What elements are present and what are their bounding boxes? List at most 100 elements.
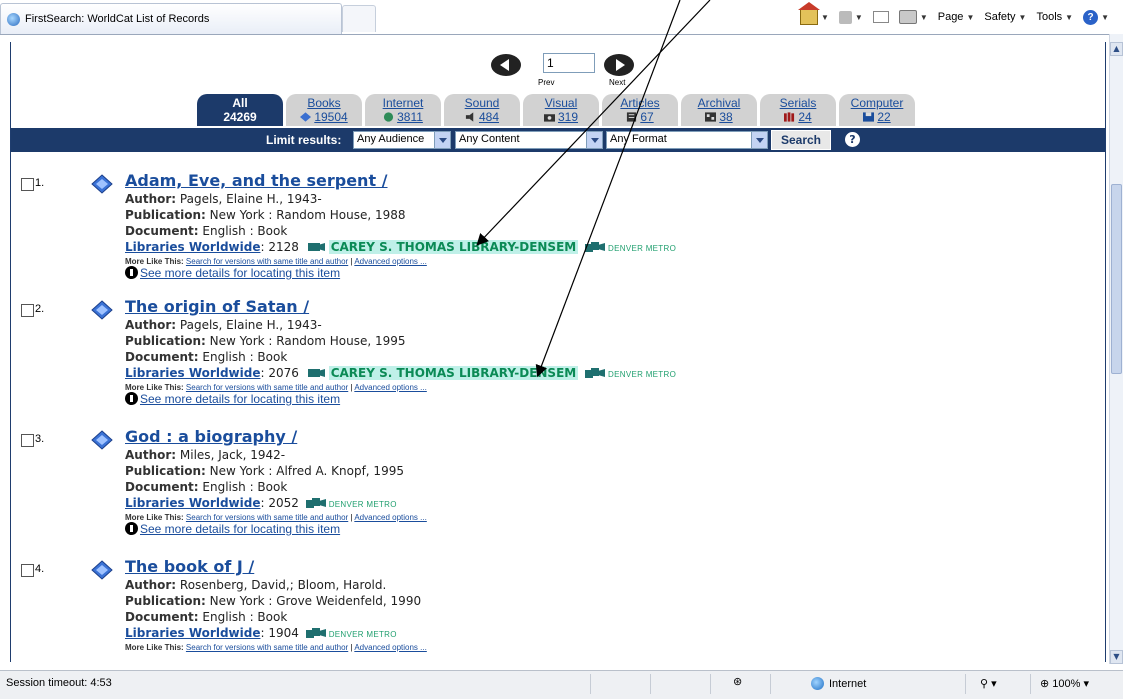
- zoom-control[interactable]: ⊕ 100% ▾: [1040, 677, 1089, 690]
- see-more-details-link[interactable]: See more details for locating this item: [140, 392, 340, 406]
- advanced-options-link[interactable]: Advanced options ...: [354, 513, 427, 522]
- library-icon: [307, 369, 325, 377]
- audience-select[interactable]: Any Audience: [353, 131, 451, 149]
- library-group-icon: [585, 368, 606, 378]
- limit-results-label: Limit results:: [266, 133, 342, 147]
- library-group-icon: [305, 628, 326, 638]
- denver-metro-holding[interactable]: DENVER METRO: [329, 500, 397, 509]
- safety-menu[interactable]: Safety ▼: [984, 11, 1026, 23]
- search-versions-link[interactable]: Search for versions with same title and …: [186, 383, 348, 392]
- book-icon: [91, 560, 113, 580]
- record-document: English : Book: [202, 610, 288, 624]
- advanced-options-link[interactable]: Advanced options ...: [354, 383, 427, 392]
- record-publication: New York : Grove Weidenfeld, 1990: [209, 594, 422, 608]
- ie-page-icon: [7, 13, 20, 26]
- carey-thomas-library-holding[interactable]: CAREY S. THOMAS LIBRARY-DENSEM: [328, 366, 579, 380]
- scroll-thumb[interactable]: [1111, 184, 1122, 374]
- help-icon: ?: [1083, 9, 1099, 25]
- tab-serials[interactable]: Serials 24: [760, 94, 836, 126]
- record-checkbox[interactable]: [21, 434, 34, 447]
- home-icon: [797, 2, 820, 25]
- content-select[interactable]: Any Content: [455, 131, 603, 149]
- privacy-icon[interactable]: ⊛: [733, 675, 742, 688]
- help-menu[interactable]: ? ▼: [1083, 9, 1109, 25]
- protected-mode-button[interactable]: ⚲ ▾: [980, 677, 997, 690]
- book-icon: [91, 430, 113, 450]
- internet-icon: [384, 112, 394, 122]
- print-button[interactable]: ▼: [898, 10, 928, 24]
- tab-archival[interactable]: Archival 38: [681, 94, 757, 126]
- info-icon: [125, 392, 138, 405]
- mail-button[interactable]: [872, 11, 889, 23]
- format-select[interactable]: Any Format: [606, 131, 768, 149]
- tab-articles[interactable]: Articles 67: [602, 94, 678, 126]
- record-number: 2.: [35, 303, 45, 315]
- record-author: Pagels, Elaine H., 1943-: [179, 192, 322, 206]
- computer-icon: [863, 112, 875, 122]
- book-icon: [300, 112, 312, 122]
- denver-metro-holding[interactable]: DENVER METRO: [329, 630, 397, 639]
- record-title-link[interactable]: The book of J /: [125, 557, 254, 576]
- search-versions-link[interactable]: Search for versions with same title and …: [186, 257, 348, 266]
- record-author: Rosenberg, David,; Bloom, Harold.: [179, 578, 387, 592]
- record-title-link[interactable]: The origin of Satan /: [125, 297, 309, 316]
- libraries-worldwide-link[interactable]: Libraries Worldwide: [125, 626, 260, 640]
- security-zone[interactable]: Internet: [811, 677, 866, 690]
- record-checkbox[interactable]: [21, 564, 34, 577]
- info-icon: [125, 266, 138, 279]
- chevron-down-icon: [586, 132, 602, 148]
- record-checkbox[interactable]: [21, 178, 34, 191]
- next-label: Next: [609, 78, 626, 87]
- page-menu[interactable]: Page ▼: [938, 11, 975, 23]
- library-icon: [307, 243, 325, 251]
- tab-visual[interactable]: Visual 319: [523, 94, 599, 126]
- browser-tab[interactable]: FirstSearch: WorldCat List of Records: [0, 3, 342, 34]
- tab-internet[interactable]: Internet 3811: [365, 94, 441, 126]
- record-author: Miles, Jack, 1942-: [179, 448, 286, 462]
- see-more-details-link[interactable]: See more details for locating this item: [140, 522, 340, 536]
- mail-icon: [872, 11, 889, 23]
- advanced-options-link[interactable]: Advanced options ...: [354, 257, 427, 266]
- scroll-down-icon[interactable]: ▼: [1110, 650, 1123, 664]
- sound-icon: [465, 112, 474, 122]
- advanced-options-link[interactable]: Advanced options ...: [354, 643, 427, 652]
- record-document: English : Book: [202, 350, 288, 364]
- globe-icon: [811, 677, 824, 690]
- search-button[interactable]: Search: [771, 130, 831, 150]
- search-versions-link[interactable]: Search for versions with same title and …: [186, 643, 348, 652]
- scroll-up-icon[interactable]: ▲: [1110, 42, 1123, 56]
- tab-all[interactable]: All 24269: [197, 94, 283, 126]
- see-more-details-link[interactable]: See more details for locating this item: [140, 266, 340, 280]
- vertical-scrollbar[interactable]: ▲ ▼: [1109, 34, 1123, 664]
- tab-computer[interactable]: Computer 22: [839, 94, 915, 126]
- tab-title: FirstSearch: WorldCat List of Records: [25, 13, 210, 25]
- denver-metro-holding[interactable]: DENVER METRO: [608, 244, 676, 253]
- record-document: English : Book: [202, 480, 288, 494]
- articles-icon: [627, 112, 637, 122]
- record-title-link[interactable]: Adam, Eve, and the serpent /: [125, 171, 388, 190]
- help-icon[interactable]: ?: [845, 132, 860, 147]
- pager: Prev Next: [491, 50, 671, 90]
- tab-sound[interactable]: Sound 484: [444, 94, 520, 126]
- libraries-worldwide-link[interactable]: Libraries Worldwide: [125, 240, 260, 254]
- page-number-input[interactable]: [543, 53, 595, 73]
- home-button[interactable]: ▼: [797, 2, 829, 25]
- tab-books[interactable]: Books 19504: [286, 94, 362, 126]
- tools-menu[interactable]: Tools ▼: [1036, 11, 1073, 23]
- record-checkbox[interactable]: [21, 304, 34, 317]
- feeds-button[interactable]: ▼: [838, 10, 863, 24]
- record-author: Pagels, Elaine H., 1943-: [179, 318, 322, 332]
- libraries-worldwide-link[interactable]: Libraries Worldwide: [125, 496, 260, 510]
- search-versions-link[interactable]: Search for versions with same title and …: [186, 513, 348, 522]
- chevron-down-icon: [434, 132, 450, 148]
- record-publication: New York : Random House, 1995: [209, 334, 406, 348]
- status-bar: Session timeout: 4:53 ⊛ Internet ⚲ ▾ ⊕ 1…: [0, 670, 1123, 699]
- libraries-worldwide-link[interactable]: Libraries Worldwide: [125, 366, 260, 380]
- carey-thomas-library-holding[interactable]: CAREY S. THOMAS LIBRARY-DENSEM: [328, 240, 579, 254]
- prev-button[interactable]: [491, 54, 521, 76]
- feed-icon: [838, 10, 852, 24]
- new-tab-button[interactable]: [342, 5, 376, 32]
- denver-metro-holding[interactable]: DENVER METRO: [608, 370, 676, 379]
- record-title-link[interactable]: God : a biography /: [125, 427, 297, 446]
- next-button[interactable]: [604, 54, 634, 76]
